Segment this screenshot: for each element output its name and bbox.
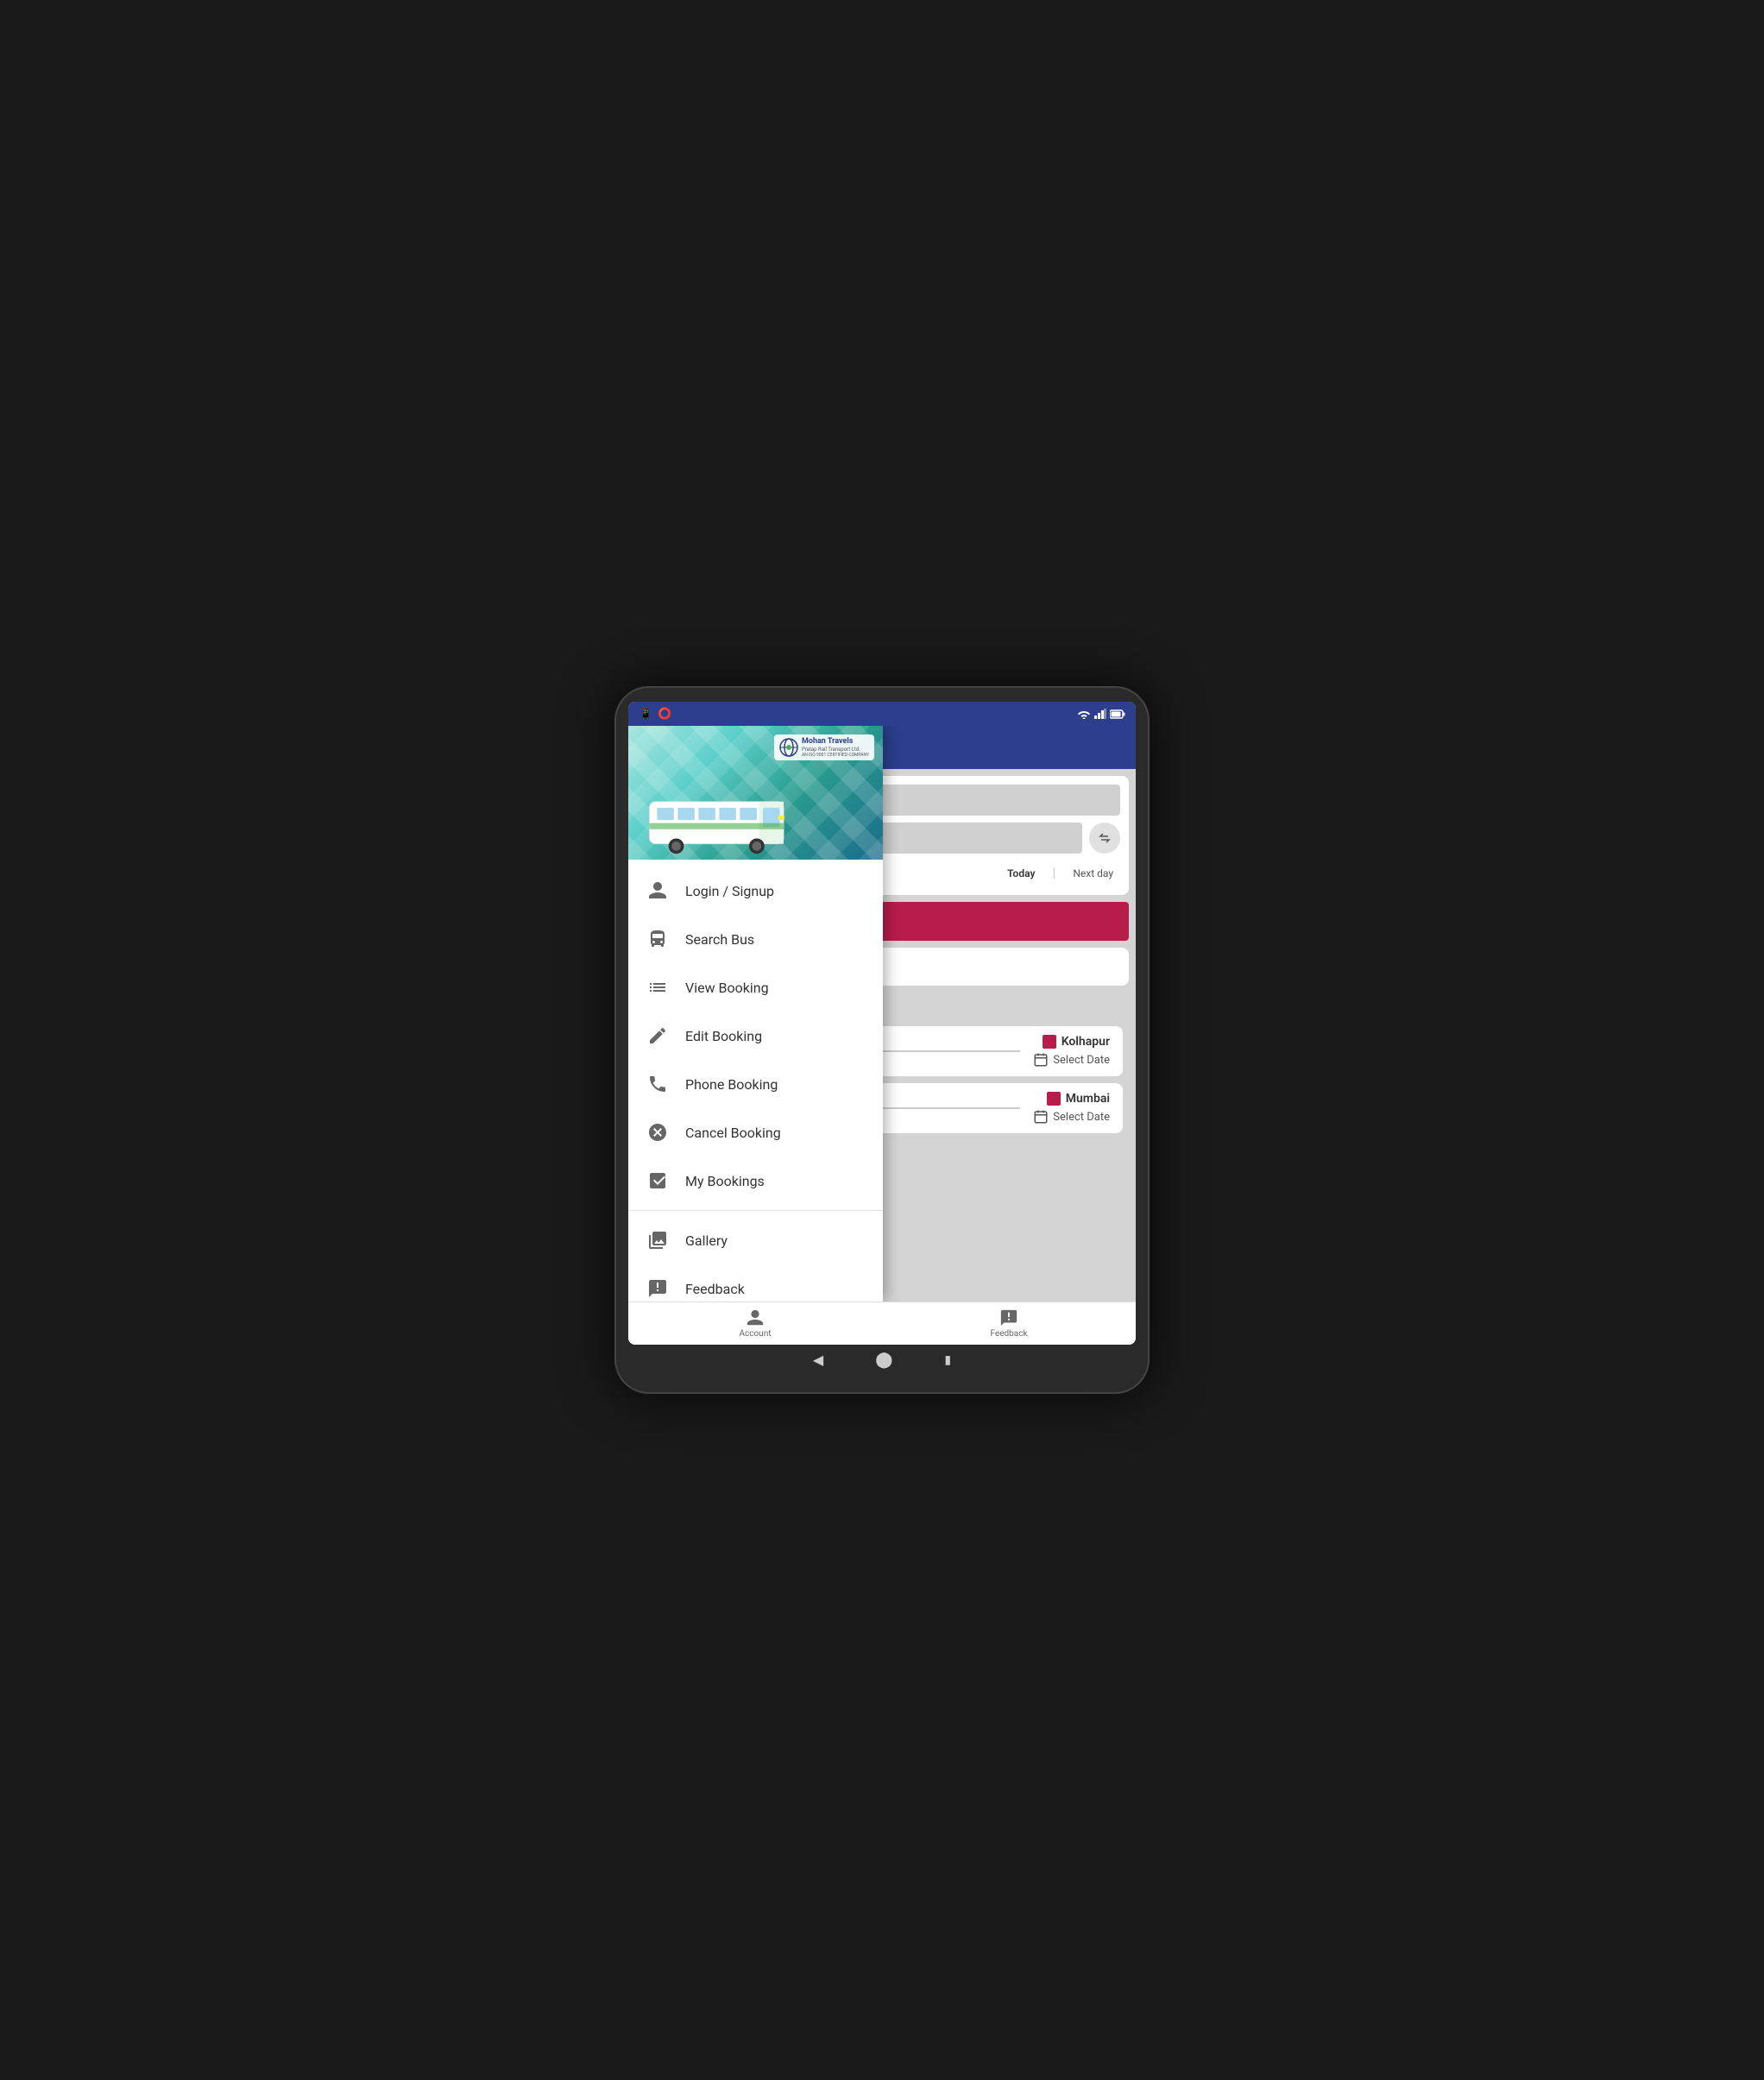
cancel-icon [646, 1120, 670, 1144]
list-icon [646, 975, 670, 999]
mumbai-select-date: Select Date [1053, 1111, 1110, 1124]
my-bookings-label: My Bookings [685, 1173, 765, 1189]
account-nav-label: Account [739, 1329, 771, 1339]
edit-booking-label: Edit Booking [685, 1028, 762, 1044]
device-bottom-buttons: ◀ ⬤ ▮ [628, 1345, 1136, 1375]
calendar-icon-2 [1033, 1109, 1049, 1125]
recent-apps-button[interactable]: ▮ [944, 1353, 951, 1367]
menu-item-feedback[interactable]: Feedback [628, 1264, 883, 1302]
calendar-icon [1033, 1052, 1049, 1068]
route-dest-kolhapur: Kolhapur [1043, 1035, 1110, 1049]
wifi-icon: ⭕ [658, 708, 671, 721]
drawer-logo: Mohan Travels Pratap Rail Transport Ltd.… [774, 734, 874, 760]
edit-icon [646, 1024, 670, 1048]
main-content: Mohan Travels Pratap Rail Transport Ltd.… [628, 726, 1136, 1302]
menu-divider [628, 1210, 883, 1211]
feedback-nav-icon [999, 1308, 1018, 1327]
account-nav-icon [746, 1308, 765, 1327]
logo-iso: AN ISO 9001 CERTIFIED COMPANY [802, 753, 869, 758]
back-button[interactable]: ◀ [813, 1352, 823, 1368]
mumbai-flag [1047, 1092, 1061, 1106]
menu-item-gallery[interactable]: Gallery [628, 1216, 883, 1264]
phone-booking-label: Phone Booking [685, 1076, 778, 1093]
gallery-icon [646, 1228, 670, 1252]
status-bar: 📱 ⭕ [628, 702, 1136, 726]
cancel-booking-label: Cancel Booking [685, 1125, 781, 1141]
logo-brand: Mohan Travels [802, 737, 869, 747]
swap-button[interactable] [1089, 823, 1120, 854]
logo-globe-icon [779, 738, 798, 757]
menu-item-search-bus[interactable]: Search Bus [628, 915, 883, 963]
menu-item-my-bookings[interactable]: My Bookings [628, 1157, 883, 1205]
feedback-label: Feedback [685, 1281, 745, 1297]
navigation-drawer: Mohan Travels Pratap Rail Transport Ltd.… [628, 726, 883, 1302]
drawer-header: Mohan Travels Pratap Rail Transport Ltd.… [628, 726, 883, 860]
status-bar-left: 📱 ⭕ [639, 708, 671, 721]
bus-illustration [637, 786, 792, 855]
signal-icon [1094, 709, 1106, 719]
bookings-icon [646, 1169, 670, 1193]
status-bar-right [1077, 709, 1125, 719]
bus-icon [646, 927, 670, 951]
gallery-label: Gallery [685, 1232, 728, 1249]
tab-nextday[interactable]: Next day [1066, 864, 1120, 883]
feedback-icon [646, 1276, 670, 1301]
mumbai-name: Mumbai [1066, 1092, 1110, 1106]
phone-icon [646, 1072, 670, 1096]
kolhapur-flag [1043, 1035, 1056, 1049]
login-label: Login / Signup [685, 883, 774, 899]
sim-icon: 📱 [639, 708, 652, 721]
view-booking-label: View Booking [685, 980, 769, 996]
logo-subbrand: Pratap Rail Transport Ltd. [802, 747, 869, 753]
route-dest-mumbai: Mumbai [1047, 1092, 1110, 1106]
home-button[interactable]: ⬤ [875, 1351, 892, 1369]
menu-item-phone-booking[interactable]: Phone Booking [628, 1060, 883, 1108]
bottom-navigation: Account Feedback [628, 1302, 1136, 1345]
logo-text: Mohan Travels Pratap Rail Transport Ltd.… [802, 737, 869, 758]
nav-item-account[interactable]: Account [628, 1308, 882, 1339]
nav-item-feedback[interactable]: Feedback [882, 1308, 1136, 1339]
menu-item-view-booking[interactable]: View Booking [628, 963, 883, 1012]
mumbai-date-btn[interactable]: Select Date [1033, 1109, 1110, 1125]
feedback-nav-label: Feedback [990, 1329, 1027, 1339]
device-screen: 📱 ⭕ [628, 702, 1136, 1345]
menu-item-login[interactable]: Login / Signup [628, 867, 883, 915]
menu-item-cancel-booking[interactable]: Cancel Booking [628, 1108, 883, 1157]
device-frame: 📱 ⭕ [614, 686, 1150, 1394]
wifi-signal-icon [1077, 709, 1091, 719]
search-bus-label: Search Bus [685, 931, 754, 948]
tab-today[interactable]: Today [1000, 864, 1042, 883]
kolhapur-select-date: Select Date [1053, 1054, 1110, 1067]
drawer-menu: Login / Signup Search Bus [628, 860, 883, 1302]
person-icon [646, 879, 670, 903]
kolhapur-date-btn[interactable]: Select Date [1033, 1052, 1110, 1068]
menu-item-edit-booking[interactable]: Edit Booking [628, 1012, 883, 1060]
battery-icon [1110, 709, 1125, 719]
kolhapur-name: Kolhapur [1062, 1035, 1110, 1049]
